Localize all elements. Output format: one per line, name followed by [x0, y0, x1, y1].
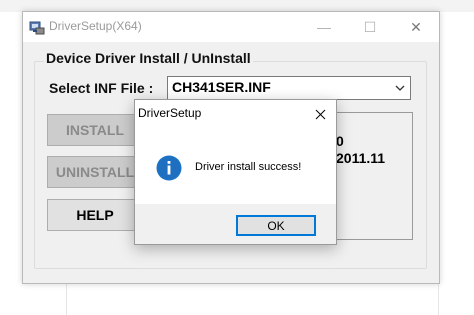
close-button[interactable]: ✕	[393, 12, 439, 42]
driver-info-line: 0	[336, 133, 344, 149]
chevron-down-icon[interactable]	[394, 82, 406, 94]
dialog-body: Driver install success!	[135, 128, 336, 204]
driver-setup-icon	[29, 21, 45, 35]
minimize-button[interactable]: —	[301, 12, 347, 42]
install-button[interactable]: INSTALL	[47, 114, 143, 146]
maximize-button[interactable]: ☐	[347, 12, 393, 42]
inf-file-select[interactable]: CH341SER.INF	[167, 76, 411, 100]
help-button[interactable]: HELP	[47, 199, 143, 231]
ok-button[interactable]: OK	[236, 215, 316, 236]
message-dialog: DriverSetup Driver install success! OK	[134, 99, 337, 245]
uninstall-button[interactable]: UNINSTALL	[47, 156, 143, 188]
close-icon	[315, 109, 325, 119]
title-bar[interactable]: DriverSetup(X64) — ☐ ✕	[23, 12, 439, 42]
dialog-footer: OK	[135, 204, 336, 244]
window-title: DriverSetup(X64)	[49, 19, 142, 33]
driver-info-date: 2011.11	[336, 150, 386, 166]
dialog-message: Driver install success!	[195, 161, 302, 173]
info-icon	[156, 155, 182, 181]
background-divider	[66, 282, 67, 315]
dialog-title: DriverSetup	[138, 106, 202, 120]
inf-file-label: Select INF File :	[49, 80, 154, 96]
inf-file-value: CH341SER.INF	[172, 79, 271, 95]
dialog-close-button[interactable]	[303, 100, 337, 128]
groupbox-label: Device Driver Install / UnInstall	[44, 50, 253, 66]
